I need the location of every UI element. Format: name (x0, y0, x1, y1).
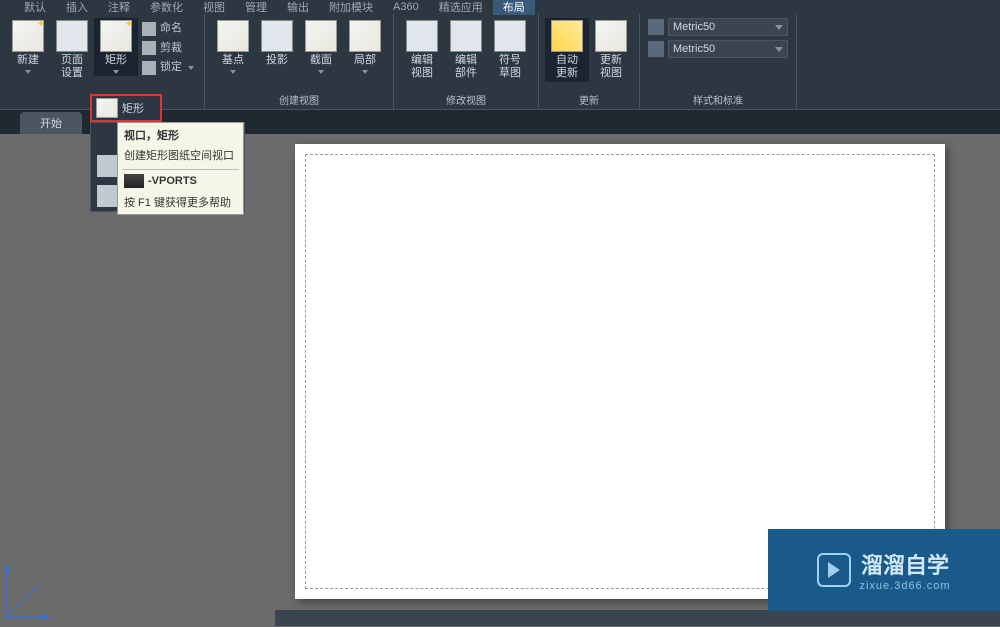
menu-insert[interactable]: 插入 (56, 0, 98, 15)
menu-default[interactable]: 默认 (14, 0, 56, 15)
btn-base[interactable]: 基点 (211, 18, 255, 76)
rectangle-icon (96, 98, 118, 118)
style-dropdown-1[interactable]: Metric50 (668, 18, 788, 36)
panel-title: 更新 (539, 90, 639, 109)
symbol-icon (494, 20, 526, 52)
tab-start[interactable]: 开始 (20, 112, 82, 134)
chevron-down-icon (318, 70, 324, 74)
btn-symbol-sketch[interactable]: 符号 草图 (488, 18, 532, 82)
update-view-icon (595, 20, 627, 52)
style-dropdown-2[interactable]: Metric50 (668, 40, 788, 58)
menu-view[interactable]: 视图 (193, 0, 235, 15)
projection-icon (261, 20, 293, 52)
paper-icon (12, 20, 44, 52)
menu-parametric[interactable]: 参数化 (140, 0, 193, 15)
btn-clip[interactable]: 剪裁 (142, 40, 194, 58)
tooltip-command: -VPORTS (148, 175, 197, 187)
edit-part-icon (450, 20, 482, 52)
btn-auto-update[interactable]: 自动 更新 (545, 18, 589, 82)
menu-layout[interactable]: 布局 (493, 0, 535, 15)
chevron-down-icon (775, 25, 783, 30)
menu-output[interactable]: 输出 (277, 0, 319, 15)
tooltip-title: 视口，矩形 (118, 123, 243, 147)
btn-page-setup[interactable]: 页面 设置 (50, 18, 94, 82)
tooltip-desc: 创建矩形图纸空间视口 (118, 147, 243, 169)
ucs-icon[interactable] (2, 562, 52, 622)
chevron-down-icon (362, 70, 368, 74)
panel-title: 样式和标准 (640, 90, 796, 109)
edit-view-icon (406, 20, 438, 52)
chevron-down-icon (113, 70, 119, 74)
menubar: 默认 插入 注释 参数化 视图 管理 输出 附加模块 A360 精选应用 布局 (0, 0, 1000, 14)
watermark-url: zixue.3d66.com (859, 580, 950, 592)
play-icon (817, 553, 851, 587)
page-icon (56, 20, 88, 52)
btn-update-view[interactable]: 更新 视图 (589, 18, 633, 82)
menu-a360[interactable]: A360 (383, 1, 429, 13)
btn-section[interactable]: 截面 (299, 18, 343, 76)
tag-icon (142, 22, 156, 36)
btn-projection[interactable]: 投影 (255, 18, 299, 69)
statusbar (275, 610, 1000, 626)
tooltip-help: 按 F1 键获得更多帮助 (118, 192, 243, 214)
panel-update: 自动 更新 更新 视图 更新 (539, 14, 640, 109)
scissors-icon (142, 41, 156, 55)
btn-named[interactable]: 命名 (142, 20, 194, 38)
panel-styles: Metric50 Metric50 样式和标准 (640, 14, 797, 109)
tooltip: 视口，矩形 创建矩形图纸空间视口 -VPORTS 按 F1 键获得更多帮助 (117, 122, 244, 215)
panel-title: 修改视图 (394, 90, 538, 109)
panel-title: 创建视图 (205, 90, 393, 109)
paper-margin (305, 154, 935, 589)
lock-icon (142, 61, 156, 75)
base-icon (217, 20, 249, 52)
menu-annotate[interactable]: 注释 (98, 0, 140, 15)
menu-manage[interactable]: 管理 (235, 0, 277, 15)
panel-create-view: 基点 投影 截面 局部 创建视图 (205, 14, 394, 109)
rectangle-dropdown-header[interactable]: 矩形 (90, 94, 162, 122)
chevron-down-icon (188, 66, 194, 70)
section-icon (305, 20, 337, 52)
btn-edit-view[interactable]: 编辑 视图 (400, 18, 444, 82)
watermark: 溜溜自学 zixue.3d66.com (768, 529, 1000, 611)
btn-edit-part[interactable]: 编辑 部件 (444, 18, 488, 82)
menu-featured[interactable]: 精选应用 (429, 0, 493, 15)
chevron-down-icon (25, 70, 31, 74)
chevron-down-icon (230, 70, 236, 74)
detail-icon (349, 20, 381, 52)
btn-detail[interactable]: 局部 (343, 18, 387, 76)
menu-addons[interactable]: 附加模块 (319, 0, 383, 15)
btn-rectangle-viewport[interactable]: 矩形 (94, 18, 138, 76)
panel-modify-view: 编辑 视图 编辑 部件 符号 草图 修改视图 (394, 14, 539, 109)
auto-update-icon (551, 20, 583, 52)
watermark-text: 溜溜自学 (861, 548, 949, 580)
command-icon (124, 174, 144, 188)
btn-lock[interactable]: 锁定 (142, 59, 194, 77)
btn-new-layout[interactable]: 新建 (6, 18, 50, 76)
style-icon (648, 19, 664, 35)
style-icon (648, 41, 664, 57)
rectangle-icon (100, 20, 132, 52)
chevron-down-icon (775, 47, 783, 52)
